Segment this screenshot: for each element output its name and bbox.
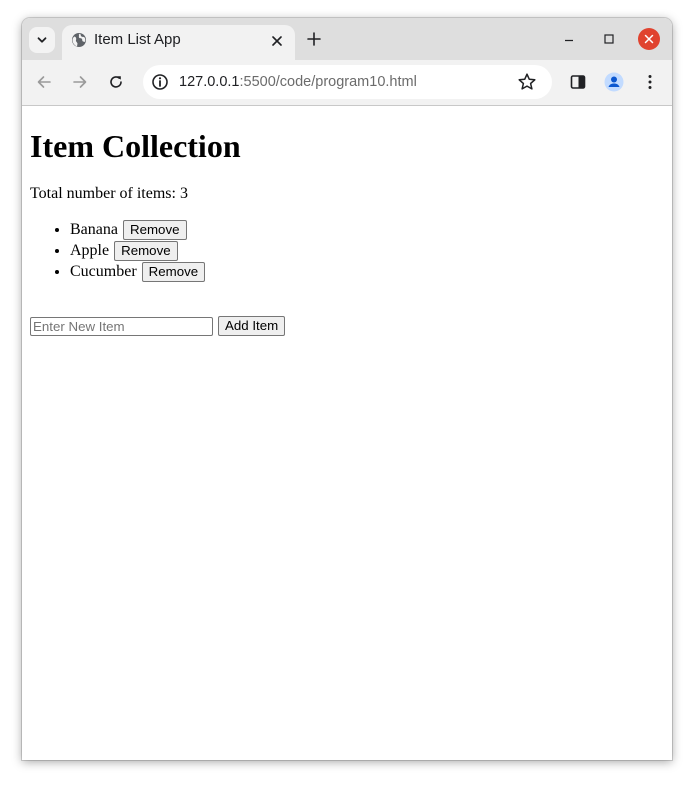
close-icon xyxy=(644,34,654,44)
tab-strip: Item List App xyxy=(22,18,672,60)
item-count-text: Total number of items: 3 xyxy=(30,185,188,202)
reload-icon xyxy=(110,76,122,88)
new-item-input[interactable] xyxy=(30,316,213,336)
remove-button[interactable]: Remove xyxy=(114,241,178,262)
plus-icon xyxy=(307,32,321,46)
globe-icon xyxy=(72,33,86,47)
browser-window: Item List App 127.0.0.1:5500/code/progra… xyxy=(22,18,672,760)
minimize-icon xyxy=(565,39,573,42)
forward-button[interactable] xyxy=(70,72,90,92)
chevron-down-icon xyxy=(37,37,47,43)
tab-title: Item List App xyxy=(94,31,181,48)
remove-button[interactable]: Remove xyxy=(141,262,206,283)
remove-button[interactable]: Remove xyxy=(122,220,187,241)
list-item: Cucumber Remove xyxy=(70,261,206,283)
url-text[interactable]: 127.0.0.1:5500/code/program10.html xyxy=(179,72,417,92)
minimize-button[interactable] xyxy=(558,28,580,50)
close-icon xyxy=(272,36,282,46)
maximize-icon xyxy=(604,34,614,44)
more-vertical-icon xyxy=(648,75,652,89)
arrow-right-icon xyxy=(73,76,87,88)
tab-close-button[interactable] xyxy=(269,33,285,49)
page-content: Item Collection Total number of items: 3… xyxy=(22,106,672,760)
item-list: Banana Remove Apple Remove Cucumber Remo… xyxy=(30,219,206,283)
list-item: Apple Remove xyxy=(70,240,205,262)
list-item: Banana Remove xyxy=(70,219,205,241)
tab-search-button[interactable] xyxy=(29,27,55,53)
item-name: Banana xyxy=(70,221,118,238)
item-name: Cucumber xyxy=(70,263,137,280)
profile-avatar-icon xyxy=(604,72,624,92)
browser-toolbar: 127.0.0.1:5500/code/program10.html xyxy=(22,60,672,106)
menu-button[interactable] xyxy=(640,72,660,92)
back-button[interactable] xyxy=(34,72,54,92)
add-item-row: Add Item xyxy=(30,316,286,336)
profile-button[interactable] xyxy=(604,72,624,92)
info-icon[interactable] xyxy=(151,73,169,91)
url-host: 127.0.0.1 xyxy=(179,74,240,90)
url-path: :5500/code/program10.html xyxy=(239,74,417,90)
side-panel-button[interactable] xyxy=(568,72,588,92)
page-title: Item Collection xyxy=(30,128,241,164)
address-bar[interactable]: 127.0.0.1:5500/code/program10.html xyxy=(143,65,552,99)
reload-button[interactable] xyxy=(106,72,126,92)
window-close-button[interactable] xyxy=(638,28,660,50)
side-panel-icon xyxy=(570,75,586,89)
maximize-button[interactable] xyxy=(598,28,620,50)
add-item-button[interactable]: Add Item xyxy=(218,316,286,336)
item-name: Apple xyxy=(70,242,110,259)
bookmark-star-icon[interactable] xyxy=(517,72,537,92)
active-tab[interactable]: Item List App xyxy=(62,25,295,60)
arrow-left-icon xyxy=(37,76,51,88)
new-tab-button[interactable] xyxy=(304,29,324,49)
